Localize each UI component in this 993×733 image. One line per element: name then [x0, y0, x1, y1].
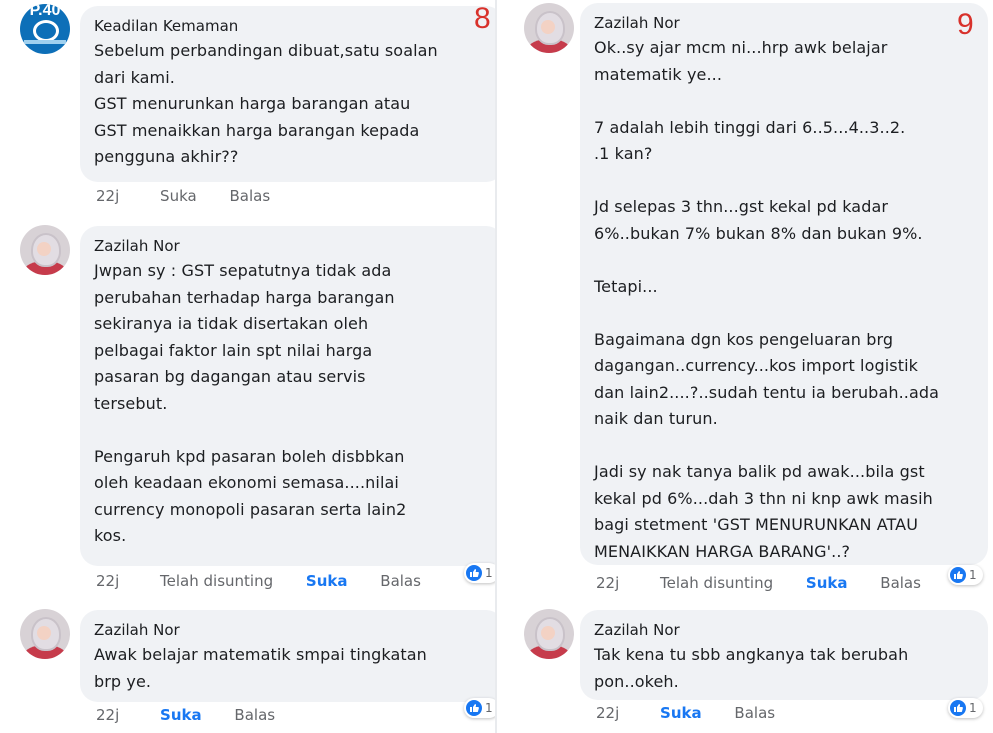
reply-button[interactable]: Balas	[380, 572, 421, 590]
reply-button[interactable]: Balas	[734, 704, 775, 722]
like-button[interactable]: Suka	[660, 704, 702, 722]
comment-author[interactable]: Zazilah Nor	[594, 13, 974, 33]
like-reaction-icon	[950, 700, 966, 716]
edited-label[interactable]: Telah disunting	[160, 572, 273, 590]
like-button[interactable]: Suka	[160, 706, 202, 724]
avatar-zazilah-nor[interactable]	[20, 225, 70, 275]
reply-button[interactable]: Balas	[229, 187, 270, 205]
avatar-label: P.40	[29, 4, 61, 19]
reply-button[interactable]: Balas	[880, 574, 921, 592]
avatar-zazilah-nor[interactable]	[524, 609, 574, 659]
edited-label[interactable]: Telah disunting	[660, 574, 773, 592]
like-reaction-icon	[466, 700, 482, 716]
comment-bubble: Zazilah Nor Ok..sy ajar mcm ni...hrp awk…	[580, 3, 988, 565]
like-button[interactable]: Suka	[160, 187, 197, 205]
comment-time[interactable]: 22j	[596, 574, 619, 592]
like-reaction-icon	[466, 565, 482, 581]
annotation-number: 9	[957, 8, 974, 41]
reaction-number: 1	[485, 701, 493, 715]
comment-actions: 22j Telah disunting Suka Balas	[96, 572, 449, 590]
comment-text: Ok..sy ajar mcm ni...hrp awk belajar mat…	[594, 38, 940, 561]
comment-actions: 22j Telah disunting Suka Balas	[596, 574, 949, 592]
reaction-number: 1	[969, 701, 977, 715]
reaction-number: 1	[969, 568, 977, 582]
comment-time[interactable]: 22j	[96, 706, 119, 724]
comment-text: Tak kena tu sbb angkanya tak berubah pon…	[594, 645, 909, 691]
avatar-zazilah-nor[interactable]	[20, 609, 70, 659]
avatar-zazilah-nor[interactable]	[524, 3, 574, 53]
reaction-count[interactable]: 1	[464, 563, 499, 583]
right-panel: Zazilah Nor Ok..sy ajar mcm ni...hrp awk…	[497, 0, 993, 733]
comment-author[interactable]: Zazilah Nor	[94, 620, 490, 640]
reply-button[interactable]: Balas	[234, 706, 275, 724]
comment-bubble: Keadilan Kemaman Sebelum perbandingan di…	[80, 6, 504, 182]
like-button[interactable]: Suka	[306, 572, 348, 590]
comment-author[interactable]: Zazilah Nor	[94, 236, 490, 256]
reaction-number: 1	[485, 566, 493, 580]
like-reaction-icon	[950, 567, 966, 583]
comment-text: Jwpan sy : GST sepatutnya tidak ada peru…	[94, 261, 407, 545]
annotation-number: 8	[474, 2, 491, 35]
comment-actions: 22j Suka Balas	[96, 187, 298, 205]
comment-author[interactable]: Keadilan Kemaman	[94, 16, 490, 36]
comment-actions: 22j Suka Balas	[596, 704, 803, 722]
comment-time[interactable]: 22j	[96, 572, 119, 590]
left-panel: P.40 Keadilan Kemaman Sebelum perbanding…	[0, 0, 504, 733]
comment-actions: 22j Suka Balas	[96, 706, 303, 724]
reaction-count[interactable]: 1	[948, 698, 983, 718]
comment-time[interactable]: 22j	[596, 704, 619, 722]
comment-bubble: Zazilah Nor Jwpan sy : GST sepatutnya ti…	[80, 226, 504, 566]
avatar-keadilan-kemaman[interactable]: P.40	[20, 4, 70, 54]
comment-bubble: Zazilah Nor Tak kena tu sbb angkanya tak…	[580, 610, 988, 700]
comment-text: Awak belajar matematik smpai tingkatan b…	[94, 645, 427, 691]
comment-text: Sebelum perbandingan dibuat,satu soalan …	[94, 41, 438, 166]
comment-author[interactable]: Zazilah Nor	[594, 620, 974, 640]
comment-bubble: Zazilah Nor Awak belajar matematik smpai…	[80, 610, 504, 702]
like-button[interactable]: Suka	[806, 574, 848, 592]
reaction-count[interactable]: 1	[464, 698, 499, 718]
comment-time[interactable]: 22j	[96, 187, 119, 205]
reaction-count[interactable]: 1	[948, 565, 983, 585]
